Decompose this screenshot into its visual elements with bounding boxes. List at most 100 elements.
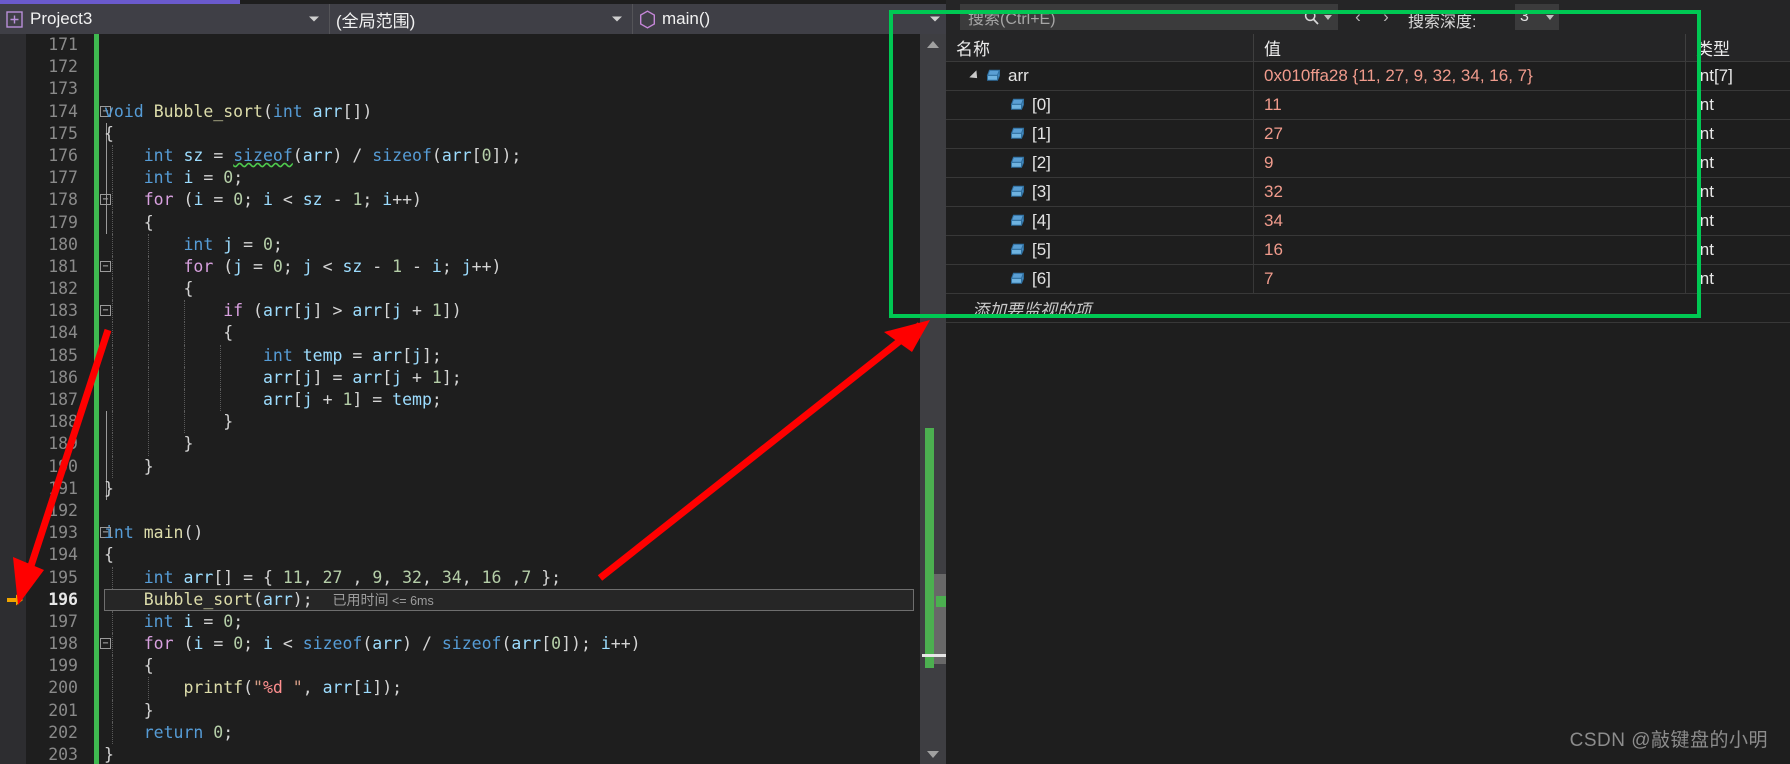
- code-line[interactable]: 171: [0, 34, 920, 57]
- watch-value-cell[interactable]: 7: [1253, 265, 1685, 293]
- watch-name-cell[interactable]: [2]: [946, 149, 1253, 177]
- code-line[interactable]: 203}: [0, 744, 920, 764]
- search-icon: [1303, 9, 1320, 26]
- code-line[interactable]: 187 arr[j + 1] = temp;: [0, 389, 920, 412]
- function-dropdown[interactable]: main(): [633, 4, 950, 34]
- column-header-type[interactable]: 类型: [1685, 34, 1790, 61]
- code-line[interactable]: 194 {: [0, 544, 920, 567]
- chevron-down-icon[interactable]: [1546, 15, 1554, 20]
- watch-name-label: [5]: [1032, 240, 1051, 259]
- line-number: 171: [48, 35, 78, 54]
- watch-value-cell[interactable]: 11: [1253, 91, 1685, 119]
- scope-dropdown-label: (全局范围): [336, 11, 416, 31]
- variable-cube-icon: [1008, 184, 1027, 201]
- code-line[interactable]: 183− if (arr[j] > arr[j + 1]): [0, 300, 920, 323]
- code-text: for (i = 0; i < sz - 1; i++): [143, 190, 422, 210]
- column-header-name[interactable]: 名称: [946, 34, 1253, 61]
- watch-name-cell[interactable]: [3]: [946, 178, 1253, 206]
- instruction-pointer-icon[interactable]: [6, 592, 24, 608]
- table-row[interactable]: [0] 11 int: [946, 91, 1790, 120]
- search-next-button[interactable]: ›: [1378, 8, 1394, 25]
- variable-cube-icon: [1008, 271, 1027, 288]
- watermark: CSDN @敲键盘的小明: [1569, 730, 1768, 751]
- code-line[interactable]: 201 }: [0, 699, 920, 722]
- code-line[interactable]: 174− void Bubble_sort(int arr[]): [0, 100, 920, 123]
- code-line[interactable]: 196 Bubble_sort(arr); 已用时间 <= 6ms: [0, 588, 920, 611]
- search-options-chevron-icon[interactable]: [1324, 14, 1332, 20]
- code-line[interactable]: 178− for (i = 0; i < sz - 1; i++): [0, 189, 920, 212]
- search-prev-button[interactable]: ‹: [1350, 8, 1366, 25]
- code-line[interactable]: 200 printf("%d ", arr[i]);: [0, 677, 920, 700]
- search-depth-input[interactable]: 3: [1515, 4, 1559, 30]
- search-input[interactable]: 搜索(Ctrl+E): [960, 4, 1338, 30]
- code-line[interactable]: 173: [0, 78, 920, 101]
- watch-name-label: [6]: [1032, 269, 1051, 288]
- watch-name-cell[interactable]: arr: [946, 62, 1253, 90]
- code-line[interactable]: 191}: [0, 477, 920, 500]
- variable-cube-icon: [1008, 126, 1027, 143]
- table-row[interactable]: [1] 27 int: [946, 120, 1790, 149]
- watch-value-cell[interactable]: 34: [1253, 207, 1685, 235]
- watch-value-cell[interactable]: 32: [1253, 178, 1685, 206]
- code-line[interactable]: 177 int i = 0;: [0, 167, 920, 190]
- table-row[interactable]: [3] 32 int: [946, 178, 1790, 207]
- code-line[interactable]: 182 {: [0, 278, 920, 301]
- code-line[interactable]: 176 int sz = sizeof(arr) / sizeof(arr[0]…: [0, 144, 920, 168]
- expander-triangle-icon[interactable]: [969, 70, 981, 82]
- code-line[interactable]: 184 {: [0, 322, 920, 345]
- code-text: int i = 0;: [143, 168, 244, 188]
- code-line[interactable]: 192: [0, 499, 920, 523]
- watch-name-cell[interactable]: [0]: [946, 91, 1253, 119]
- watch-value-cell[interactable]: 0x010ffa28 {11, 27, 9, 32, 34, 16, 7}: [1253, 62, 1685, 90]
- table-row[interactable]: [6] 7 int: [946, 265, 1790, 294]
- change-indicator: [94, 56, 99, 79]
- code-line[interactable]: 175 {: [0, 122, 920, 145]
- code-line[interactable]: 195 int arr[] = { 11, 27 , 9, 32, 34, 16…: [0, 566, 920, 589]
- watch-name-cell[interactable]: [4]: [946, 207, 1253, 235]
- editor-vertical-scrollbar[interactable]: [920, 34, 948, 764]
- scroll-up-arrow-icon[interactable]: [920, 34, 946, 54]
- watch-name-cell[interactable]: [5]: [946, 236, 1253, 264]
- code-line[interactable]: 197 int i = 0;: [0, 610, 920, 634]
- table-row[interactable]: [4] 34 int: [946, 207, 1790, 236]
- table-row[interactable]: [2] 9 int: [946, 149, 1790, 178]
- change-indicator: [94, 300, 99, 323]
- change-indicator: [94, 655, 99, 678]
- code-line[interactable]: 180 int j = 0;: [0, 233, 920, 256]
- code-text: }: [104, 478, 114, 498]
- watch-type-cell: int: [1685, 178, 1790, 206]
- code-line[interactable]: 198− for (i = 0; i < sizeof(arr) / sizeo…: [0, 633, 920, 656]
- code-line[interactable]: 190 }: [0, 455, 920, 478]
- project-dropdown-label: Project3: [30, 9, 93, 28]
- watch-name-cell[interactable]: [1]: [946, 120, 1253, 148]
- watch-value-cell[interactable]: 9: [1253, 149, 1685, 177]
- add-watch-row[interactable]: 添加要监视的项: [946, 294, 1790, 323]
- code-line[interactable]: 188 }: [0, 411, 920, 434]
- watch-value-cell[interactable]: 16: [1253, 236, 1685, 264]
- code-line[interactable]: 179 {: [0, 211, 920, 234]
- project-dropdown[interactable]: Project3: [0, 4, 330, 34]
- code-line[interactable]: 172: [0, 56, 920, 79]
- scope-dropdown[interactable]: (全局范围): [330, 4, 633, 34]
- variable-cube-icon: [1008, 155, 1027, 172]
- change-indicator: [94, 721, 99, 744]
- code-line[interactable]: 199 {: [0, 655, 920, 678]
- scrollbar-green-mark: [936, 596, 946, 607]
- code-line[interactable]: 186 arr[j] = arr[j + 1];: [0, 366, 920, 389]
- table-row[interactable]: arr 0x010ffa28 {11, 27, 9, 32, 34, 16, 7}…: [946, 62, 1790, 91]
- code-line[interactable]: 193− int main(): [0, 522, 920, 545]
- code-line[interactable]: 189 }: [0, 433, 920, 456]
- line-number: 173: [48, 79, 78, 99]
- code-editor[interactable]: 171 172 173 174− void Bubble_sort(int arr[])…: [0, 34, 920, 764]
- table-row[interactable]: [5] 16 int: [946, 236, 1790, 265]
- line-number: 179: [48, 212, 78, 232]
- scroll-down-arrow-icon[interactable]: [920, 744, 946, 764]
- code-text: }: [104, 745, 114, 764]
- code-text: return 0;: [143, 722, 234, 742]
- column-header-value[interactable]: 值: [1253, 34, 1685, 61]
- watch-name-cell[interactable]: [6]: [946, 265, 1253, 293]
- code-line[interactable]: 181− for (j = 0; j < sz - 1 - i; j++): [0, 255, 920, 279]
- watch-value-cell[interactable]: 27: [1253, 120, 1685, 148]
- code-line[interactable]: 202 return 0;: [0, 721, 920, 744]
- code-line[interactable]: 185 int temp = arr[j];: [0, 344, 920, 367]
